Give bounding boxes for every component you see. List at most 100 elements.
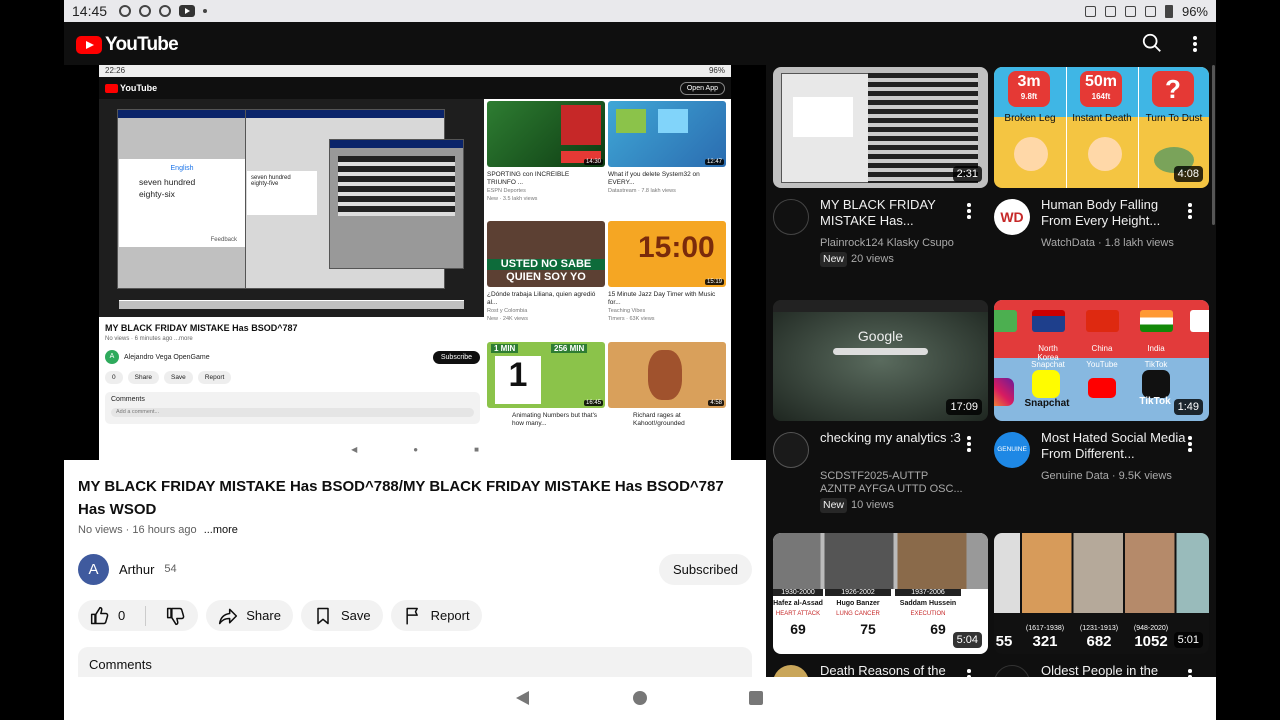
video-title[interactable]: MY BLACK FRIDAY MISTAKE Has... xyxy=(820,197,965,229)
view-count: 20 views xyxy=(851,253,894,265)
embedded-subscribe: Subscribe xyxy=(432,350,480,364)
channel-name[interactable]: Arthur xyxy=(119,562,154,577)
video-card[interactable]: (1617-1938) (1231-1913) (948-2020) 55 32… xyxy=(994,533,1209,677)
more-options-icon[interactable] xyxy=(967,669,971,677)
embedded-caption: Richard rages at Kahoot!/grounded xyxy=(633,412,685,427)
avatar[interactable]: A xyxy=(78,553,109,585)
save-button[interactable]: Save xyxy=(300,600,383,631)
video-title[interactable]: MY BLACK FRIDAY MISTAKE Has BSOD^788/MY … xyxy=(78,475,748,521)
video-frame: 22:26 96% YouTube Open App English seven… xyxy=(99,65,731,460)
thumbs-down-icon xyxy=(167,607,185,625)
more-options-icon[interactable] xyxy=(1188,436,1192,454)
video-card[interactable]: 1930-2000 1926-2002 1937-2006 Hafez al-A… xyxy=(773,533,988,677)
video-title[interactable]: Oldest People in the xyxy=(1041,663,1186,677)
embedded-thumb: 12:47 xyxy=(608,101,726,167)
video-title[interactable]: Human Body Falling From Every Height... xyxy=(1041,197,1186,229)
youtube-logo-text: YouTube xyxy=(105,34,179,55)
subscribed-button[interactable]: Subscribed xyxy=(658,553,752,585)
recommended-feed: 2:31 MY BLACK FRIDAY MISTAKE Has... Plai… xyxy=(766,65,1216,677)
battery-level: 96% xyxy=(1181,3,1208,19)
system-navigation-bar xyxy=(64,677,1216,720)
channel-name: SCDSTF2025-AUTTP AZNTP AYFGA UTTD OSC... xyxy=(820,470,963,495)
share-button[interactable]: Share xyxy=(206,600,293,631)
translate-lang: English xyxy=(170,165,194,172)
video-title[interactable]: Death Reasons of the xyxy=(820,663,965,677)
embedded-nav: ◀ ● ■ xyxy=(351,445,479,454)
embedded-thumb: USTED NO SABE QUIEN SOY YO xyxy=(487,221,605,287)
home-icon[interactable] xyxy=(633,691,647,705)
embedded-thumb: 14:30 xyxy=(487,101,605,167)
back-icon[interactable] xyxy=(516,691,529,705)
video-card[interactable]: Google 17:09 checking my analytics :3 SC… xyxy=(773,300,988,530)
channel-avatar[interactable]: GENUINE xyxy=(994,432,1030,468)
video-meta: Genuine Data · 9.5K views xyxy=(1041,470,1186,483)
sync-icon xyxy=(119,5,132,17)
more-options-icon[interactable] xyxy=(967,436,971,454)
more-link[interactable]: ...more xyxy=(204,524,238,536)
video-title[interactable]: checking my analytics :3 xyxy=(820,430,965,446)
channel-avatar[interactable] xyxy=(773,432,809,468)
embedded-actions: 0 Share Save Report xyxy=(105,371,480,384)
video-thumbnail[interactable]: (1617-1938) (1231-1913) (948-2020) 55 32… xyxy=(994,533,1209,654)
sync-icon xyxy=(159,5,172,17)
embedded-caption: Animating Numbers but that's how many... xyxy=(512,412,598,427)
video-duration: 5:04 xyxy=(952,632,982,648)
channel-avatar[interactable]: WD xyxy=(994,199,1030,235)
more-options-icon[interactable] xyxy=(967,203,971,221)
video-thumbnail[interactable]: Google 17:09 xyxy=(773,300,988,421)
video-meta: SCDSTF2025-AUTTP AZNTP AYFGA UTTD OSC...… xyxy=(820,470,965,513)
channel-avatar[interactable] xyxy=(773,199,809,235)
video-card[interactable]: 3m 9.8ft 50m 164ft ? Broken Leg Instant … xyxy=(994,67,1209,297)
embedded-sidebar: 14:30 12:47 SPORTING con INCREIBLE TRIUN… xyxy=(484,99,731,444)
video-player[interactable]: 22:26 96% YouTube Open App English seven… xyxy=(64,65,766,460)
share-icon xyxy=(219,608,238,624)
search-icon[interactable] xyxy=(1141,32,1163,54)
video-thumbnail[interactable]: North Korea China India Snapchat YouTube… xyxy=(994,300,1209,421)
report-label: Report xyxy=(430,608,470,623)
embedded-video: English seven hundred eighty-six Feedbac… xyxy=(99,99,484,317)
action-bar: 0 Share Save Report xyxy=(78,600,482,631)
recent-apps-icon[interactable] xyxy=(749,691,763,705)
embedded-channel: A Alejandro Vega OpenGame Subscribe xyxy=(105,350,480,364)
sync-icon xyxy=(139,5,152,17)
app-header: YouTube xyxy=(64,22,1216,65)
share-label: Share xyxy=(246,608,281,623)
translate-text-1: seven hundred xyxy=(139,177,196,187)
like-dislike-group: 0 xyxy=(78,600,199,631)
wifi-icon xyxy=(1144,5,1156,17)
comments-label: Comments xyxy=(89,657,152,672)
channel-name: WatchData · 1.8 lakh views xyxy=(1041,237,1174,249)
dislike-button[interactable] xyxy=(154,600,198,631)
video-card[interactable]: 2:31 MY BLACK FRIDAY MISTAKE Has... Plai… xyxy=(773,67,988,297)
feed-scrollbar[interactable] xyxy=(1212,65,1215,225)
embedded-video-meta: No views · 6 minutes ago ...more xyxy=(105,336,193,342)
embedded-thumb: 15:00 15:19 xyxy=(608,221,726,287)
video-meta[interactable]: No views · 16 hours ago ...more xyxy=(78,524,238,536)
video-thumbnail[interactable]: 3m 9.8ft 50m 164ft ? Broken Leg Instant … xyxy=(994,67,1209,188)
channel-avatar[interactable] xyxy=(994,665,1030,677)
more-options-icon[interactable] xyxy=(1186,34,1204,54)
embedded-share: Share xyxy=(127,371,159,384)
embedded-details: MY BLACK FRIDAY MISTAKE Has BSOD^787 No … xyxy=(105,323,480,424)
embedded-logo-text: YouTube xyxy=(120,83,158,93)
youtube-logo-icon xyxy=(76,36,102,54)
report-button[interactable]: Report xyxy=(390,600,482,631)
video-thumbnail[interactable]: 2:31 xyxy=(773,67,988,188)
thumbs-up-icon xyxy=(90,606,109,624)
channel-avatar[interactable] xyxy=(773,665,809,677)
embedded-channel-name: Alejandro Vega OpenGame xyxy=(124,353,210,361)
video-card[interactable]: North Korea China India Snapchat YouTube… xyxy=(994,300,1209,530)
win-taskbar xyxy=(119,300,464,309)
channel-name: Genuine Data · 9.5K views xyxy=(1041,470,1172,482)
headset-icon xyxy=(1084,5,1096,17)
youtube-logo[interactable]: YouTube xyxy=(76,34,179,56)
embedded-status-bar: 22:26 96% xyxy=(99,65,731,77)
video-title[interactable]: Most Hated Social Media From Different..… xyxy=(1041,430,1186,462)
like-button[interactable]: 0 xyxy=(78,600,137,631)
more-options-icon[interactable] xyxy=(1188,203,1192,221)
more-options-icon[interactable] xyxy=(1188,669,1192,677)
embedded-battery: 96% xyxy=(708,66,725,75)
embedded-report: Report xyxy=(197,371,232,384)
translate-text-2: eighty-six xyxy=(139,189,175,199)
video-thumbnail[interactable]: 1930-2000 1926-2002 1937-2006 Hafez al-A… xyxy=(773,533,988,654)
